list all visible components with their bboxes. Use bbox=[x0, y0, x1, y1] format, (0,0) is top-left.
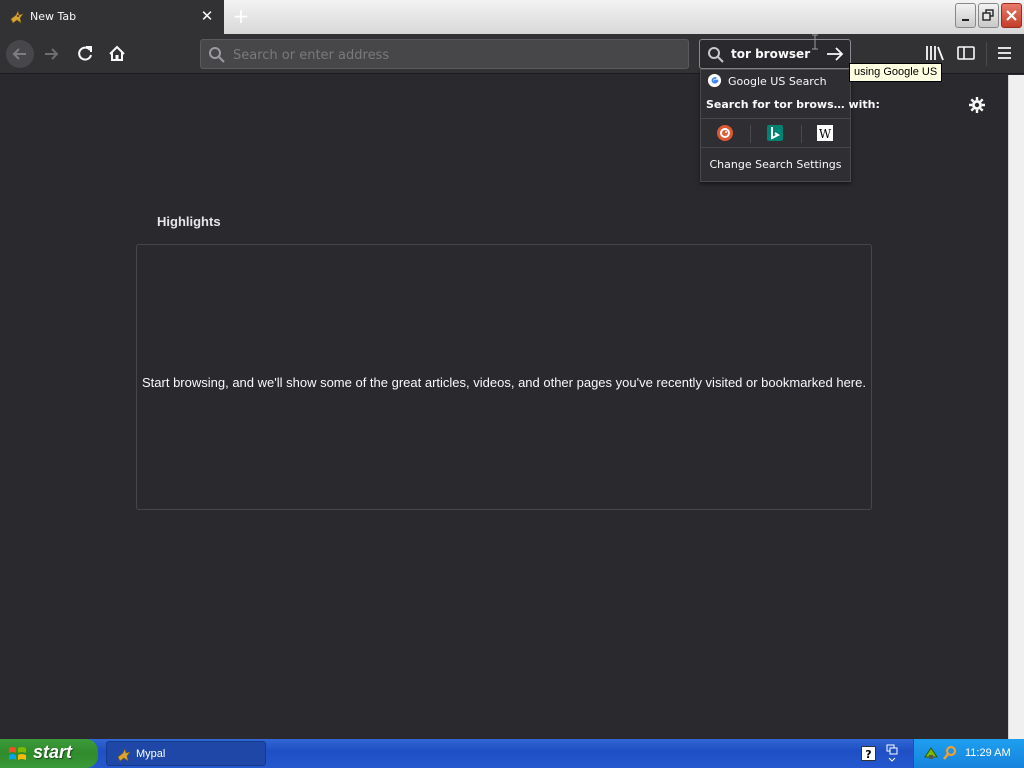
wikipedia-icon[interactable]: W bbox=[816, 124, 834, 142]
reload-button[interactable] bbox=[71, 40, 99, 68]
tooltip: using Google US bbox=[849, 63, 943, 82]
search-bar[interactable]: tor browser bbox=[699, 39, 851, 69]
bing-icon[interactable] bbox=[766, 124, 784, 142]
search-input[interactable]: tor browser bbox=[731, 47, 810, 61]
search-for-label: Search for tor brows… with: bbox=[706, 98, 880, 111]
forward-button[interactable] bbox=[39, 40, 67, 68]
taskbar: start Mypal ? 11:29 AM bbox=[0, 739, 1024, 768]
restore-icon bbox=[982, 9, 994, 21]
tab-close-icon[interactable]: ✕ bbox=[199, 7, 215, 25]
close-icon bbox=[1006, 10, 1017, 21]
sidebar-icon[interactable] bbox=[955, 42, 977, 64]
home-button[interactable] bbox=[103, 40, 131, 68]
system-tray: 11:29 AM bbox=[913, 739, 1024, 768]
hamburger-menu-icon[interactable] bbox=[994, 42, 1016, 64]
address-input[interactable] bbox=[233, 45, 673, 65]
clock[interactable]: 11:29 AM bbox=[965, 747, 1011, 759]
network-icon[interactable] bbox=[886, 743, 898, 763]
text-cursor-icon bbox=[812, 34, 818, 50]
minimize-icon bbox=[962, 19, 969, 21]
engine-separator bbox=[750, 125, 751, 143]
tab-title: New Tab bbox=[30, 10, 77, 23]
back-arrow-icon bbox=[12, 48, 26, 60]
tab-strip: New Tab ✕ + bbox=[0, 0, 1024, 34]
change-search-settings-button[interactable]: Change Search Settings bbox=[701, 158, 850, 171]
tray-app-icon[interactable] bbox=[923, 745, 939, 761]
tray-search-icon[interactable] bbox=[942, 745, 958, 761]
taskbar-window-label: Mypal bbox=[136, 748, 166, 760]
help-icon[interactable]: ? bbox=[861, 746, 876, 761]
forward-arrow-icon bbox=[45, 48, 59, 60]
restore-button[interactable] bbox=[978, 3, 999, 28]
search-go-arrow-icon[interactable] bbox=[824, 44, 846, 64]
mypal-icon bbox=[117, 748, 131, 762]
home-icon bbox=[109, 45, 125, 61]
search-icon bbox=[708, 47, 724, 63]
engine-separator bbox=[801, 125, 802, 143]
new-tab-button[interactable]: + bbox=[230, 6, 252, 28]
start-label: start bbox=[33, 742, 73, 762]
address-bar[interactable] bbox=[200, 39, 689, 69]
start-button[interactable]: start bbox=[0, 739, 98, 768]
reload-icon bbox=[78, 46, 92, 61]
library-icon[interactable] bbox=[923, 42, 945, 64]
duckduckgo-icon[interactable] bbox=[716, 124, 734, 142]
one-off-engines: W bbox=[701, 118, 850, 148]
google-icon bbox=[707, 73, 722, 88]
taskbar-window-mypal[interactable]: Mypal bbox=[106, 741, 266, 766]
search-icon bbox=[209, 47, 225, 63]
tab-new-tab[interactable]: New Tab ✕ bbox=[0, 0, 224, 34]
minimize-button[interactable] bbox=[955, 3, 976, 28]
windows-flag-icon bbox=[9, 747, 26, 760]
gear-icon[interactable] bbox=[967, 95, 987, 115]
toolbar-separator bbox=[986, 42, 987, 66]
vertical-scrollbar[interactable] bbox=[1008, 75, 1024, 739]
back-button[interactable] bbox=[6, 40, 34, 68]
highlights-title: Highlights bbox=[157, 214, 221, 229]
window-close-button[interactable] bbox=[1001, 3, 1022, 28]
svg-text:?: ? bbox=[865, 748, 871, 761]
highlights-empty-message: Start browsing, and we'll show some of t… bbox=[142, 375, 866, 390]
mypal-icon bbox=[10, 10, 24, 24]
search-suggestions-popup: Google US Search Search for tor brows… w… bbox=[700, 69, 880, 182]
svg-text:W: W bbox=[819, 127, 832, 141]
highlights-box: Start browsing, and we'll show some of t… bbox=[136, 244, 872, 510]
default-engine-row[interactable]: Google US Search bbox=[701, 70, 850, 92]
default-engine-label: Google US Search bbox=[728, 75, 827, 88]
